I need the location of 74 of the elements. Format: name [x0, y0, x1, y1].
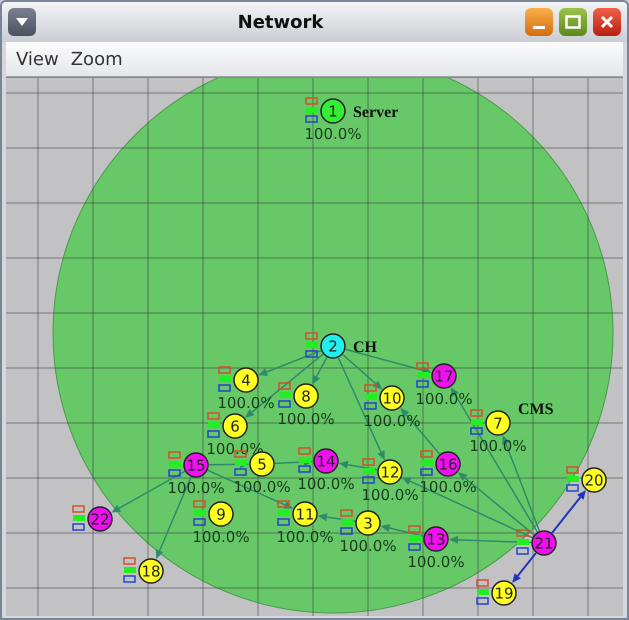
window-title: Network	[236, 12, 324, 32]
node-reading: 100.0%	[192, 528, 250, 546]
node-status-icon	[516, 529, 529, 555]
node-reading: 100.0%	[415, 390, 473, 408]
node-status-icon	[408, 525, 421, 551]
node[interactable]: 19	[491, 580, 517, 606]
menu-item[interactable]: View	[16, 48, 59, 70]
node[interactable]: 9	[208, 501, 234, 527]
node[interactable]: 10	[379, 385, 405, 411]
node-role-label: CMS	[518, 401, 554, 418]
node-status-icon	[470, 409, 483, 435]
node[interactable]: 16	[435, 451, 461, 477]
close-button[interactable]	[593, 8, 621, 36]
node-status-icon	[305, 97, 318, 123]
node[interactable]: 12	[377, 459, 403, 485]
node-status-icon	[218, 366, 231, 392]
node-reading: 100.0%	[167, 479, 225, 497]
node[interactable]: 6	[222, 413, 248, 439]
node-reading: 100.0%	[469, 437, 527, 455]
node-status-icon	[340, 509, 353, 535]
node-reading: 100.0%	[277, 410, 335, 428]
node[interactable]: 7	[485, 410, 511, 436]
node-reading: 100.0%	[419, 478, 477, 496]
node[interactable]: 21	[531, 530, 557, 556]
node-reading: 100.0%	[233, 478, 291, 496]
node-reading: 100.0%	[361, 486, 419, 504]
minimize-button[interactable]	[525, 8, 553, 36]
node-status-icon	[168, 451, 181, 477]
node-role-label: Server	[353, 104, 398, 121]
node-status-icon	[364, 384, 377, 410]
node-status-icon	[305, 332, 318, 358]
node-reading: 100.0%	[339, 537, 397, 555]
node-status-icon	[362, 458, 375, 484]
node-reading: 100.0%	[297, 475, 355, 493]
node[interactable]: 20	[581, 467, 607, 493]
node-status-icon	[123, 557, 136, 583]
close-icon	[600, 15, 614, 29]
node[interactable]: 4	[233, 367, 259, 393]
node-role-label: CH	[353, 339, 377, 356]
node-status-icon	[416, 362, 429, 388]
maximize-button[interactable]	[559, 8, 587, 36]
node[interactable]: 8	[293, 383, 319, 409]
node-reading: 100.0%	[217, 394, 275, 412]
node-status-icon	[193, 500, 206, 526]
node-status-icon	[476, 579, 489, 605]
node[interactable]: 22	[87, 506, 113, 532]
node-reading: 100.0%	[276, 528, 334, 546]
node[interactable]: 15	[183, 452, 209, 478]
link-arrow	[512, 552, 537, 583]
node[interactable]: 13	[423, 526, 449, 552]
node-status-icon	[298, 447, 311, 473]
maximize-icon	[565, 15, 581, 29]
node-status-icon	[277, 500, 290, 526]
node-status-icon	[278, 382, 291, 408]
node[interactable]: 1	[320, 98, 346, 124]
node[interactable]: 17	[431, 363, 457, 389]
node-reading: 100.0%	[304, 125, 362, 143]
link-arrow	[551, 490, 586, 534]
minimize-icon	[533, 26, 545, 28]
node[interactable]: 3	[355, 510, 381, 536]
node[interactable]: 14	[313, 448, 339, 474]
node-status-icon	[72, 505, 85, 531]
node-status-icon	[207, 412, 220, 438]
node[interactable]: 11	[292, 501, 318, 527]
node-status-icon	[566, 466, 579, 492]
node[interactable]: 18	[138, 558, 164, 584]
link-arrow	[318, 513, 356, 522]
node-status-icon	[420, 450, 433, 476]
node[interactable]: 2	[320, 333, 346, 359]
node-reading: 100.0%	[363, 412, 421, 430]
menu-item[interactable]: Zoom	[70, 48, 123, 70]
node-reading: 100.0%	[407, 553, 465, 571]
caret-icon	[15, 17, 29, 27]
window-menu-button[interactable]	[8, 8, 36, 36]
